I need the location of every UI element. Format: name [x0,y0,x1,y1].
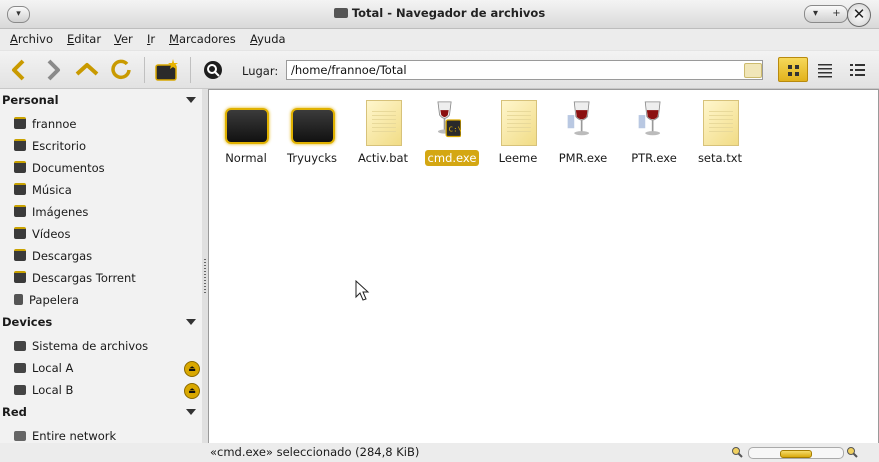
folder-icon [291,108,335,144]
sidebar-item-videos[interactable]: Vídeos [14,224,200,244]
sidebar-item-musica[interactable]: Música [14,180,200,200]
network-icon [14,431,26,441]
sidebar-item-local-b[interactable]: Local B [14,380,200,400]
location-toggle-icon[interactable] [744,63,762,78]
menu-ir[interactable]: Ir [147,32,155,46]
minimize-button[interactable]: ▾ [805,6,826,22]
sidebar-item-papelera[interactable]: Papelera [14,290,200,310]
menu-ver[interactable]: Ver [114,32,133,46]
sidebar-section-red[interactable]: Red [2,405,200,423]
file-item-selected[interactable]: C:\ cmd.exe [419,98,485,166]
file-item[interactable]: PMR.exe [550,98,616,166]
forward-icon[interactable] [40,57,66,83]
eject-local-a-icon[interactable]: ⏏ [184,361,200,377]
menu-archivo[interactable]: Archivo [10,32,53,46]
desktop-icon [14,139,26,151]
text-document-icon [501,100,537,146]
drive-icon [14,363,26,373]
collapse-arrow-icon[interactable] [186,319,196,325]
back-icon[interactable] [6,57,32,83]
drive-icon [14,385,26,395]
videos-folder-icon [14,227,26,239]
sidebar-item-imagenes[interactable]: Imágenes [14,202,200,222]
search-icon[interactable] [200,57,226,83]
folder-icon [225,108,269,144]
sidebar-item-local-a[interactable]: Local A [14,358,200,378]
grid-icon [788,65,799,76]
menu-bar: Archivo Editar Ver Ir Marcadores Ayuda [0,29,879,50]
status-text: «cmd.exe» seleccionado (284,8 KiB) [210,445,420,459]
location-input[interactable] [286,60,763,80]
status-bar: «cmd.exe» seleccionado (284,8 KiB) [0,443,879,462]
list-icon [818,64,832,78]
zoom-in-icon[interactable] [846,446,858,458]
title-bar: ▾ Total - Navegador de archivos ▾ + ✕ [0,0,879,29]
file-view[interactable]: Normal Tryuycks Activ.bat C:\ cmd.exe Le… [208,89,879,444]
zoom-out-icon[interactable] [731,446,743,458]
window-controls: ▾ + [804,5,848,23]
sidebar-item-documentos[interactable]: Documentos [14,158,200,178]
compact-view-button[interactable] [842,57,872,82]
mouse-cursor-icon [355,280,370,301]
music-folder-icon [14,183,26,195]
svg-text:C:\: C:\ [449,125,461,134]
sidebar-item-descargas[interactable]: Descargas [14,246,200,266]
menu-editar[interactable]: Editar [67,32,101,46]
eject-local-b-icon[interactable]: ⏏ [184,383,200,399]
sidebar-item-descargas-torrent[interactable]: Descargas Torrent [14,268,200,288]
wine-executable-icon [567,101,590,136]
collapse-arrow-icon[interactable] [186,97,196,103]
reload-icon[interactable] [108,57,134,83]
sidebar: Personal frannoe Escritorio Documentos M… [0,89,202,444]
sidebar-item-sistema-de-archivos[interactable]: Sistema de archivos [14,336,200,356]
zoom-slider-handle[interactable] [780,450,812,458]
menu-ayuda[interactable]: Ayuda [250,32,286,46]
folder-icon [14,271,26,283]
wine-executable-icon [638,101,661,136]
home-icon [14,117,26,129]
maximize-button[interactable]: + [826,6,847,22]
toolbar: Lugar: [0,51,879,89]
close-button[interactable]: ✕ [847,3,871,27]
menu-marcadores[interactable]: Marcadores [169,32,236,46]
file-item[interactable]: seta.txt [687,98,753,166]
file-item[interactable]: Activ.bat [350,98,416,166]
sidebar-section-personal[interactable]: Personal [2,93,200,111]
file-item[interactable]: Tryuycks [279,98,345,166]
location-label: Lugar: [242,64,279,78]
wine-executable-icon: C:\ [437,101,461,138]
trash-icon [14,294,23,305]
file-item[interactable]: Normal [213,98,279,166]
splitter-grip[interactable] [204,259,206,293]
window-title: Total - Navegador de archivos [0,6,879,20]
file-item[interactable]: PTR.exe [621,98,687,166]
documents-folder-icon [14,161,26,173]
sidebar-item-escritorio[interactable]: Escritorio [14,136,200,156]
details-icon [850,64,865,76]
collapse-arrow-icon[interactable] [186,409,196,415]
drive-icon [14,341,26,351]
up-icon[interactable] [74,57,100,83]
sidebar-item-frannoe[interactable]: frannoe [14,114,200,134]
file-item[interactable]: Leeme [485,98,551,166]
toolbar-separator [190,57,191,83]
text-document-icon [703,100,739,146]
downloads-folder-icon [14,249,26,261]
icon-view-button[interactable] [778,57,808,82]
toolbar-separator [144,57,145,83]
new-folder-icon[interactable] [154,57,180,83]
folder-icon [333,8,348,18]
sidebar-section-devices[interactable]: Devices [2,315,200,333]
list-view-button[interactable] [810,57,840,82]
text-document-icon [366,100,402,146]
zoom-slider[interactable] [748,447,844,459]
pictures-folder-icon [14,205,26,217]
